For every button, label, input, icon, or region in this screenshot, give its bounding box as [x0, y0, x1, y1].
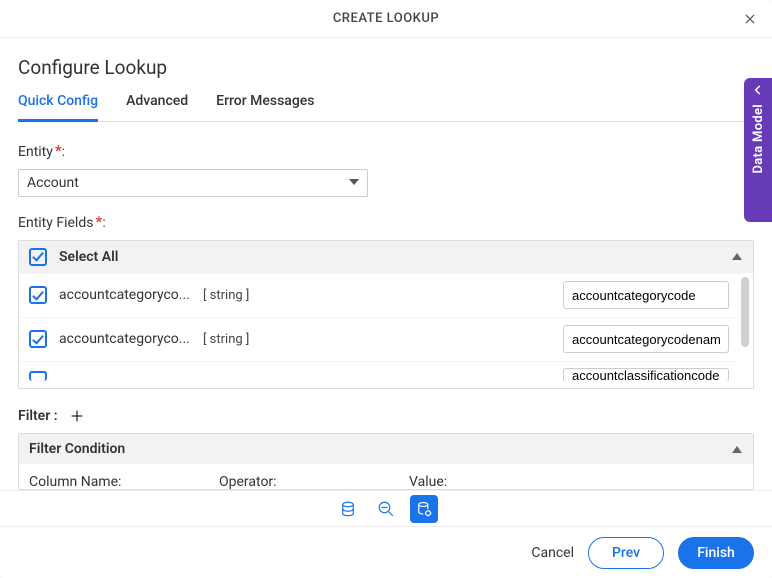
- field-alias-input[interactable]: [563, 325, 729, 353]
- filter-panel-header: Filter Condition: [19, 434, 753, 464]
- add-filter-button[interactable]: [68, 407, 86, 425]
- datasource-icon[interactable]: [334, 495, 362, 523]
- filter-columns: Column Name: Operator: Value:: [19, 464, 753, 490]
- modal-header: CREATE LOOKUP: [0, 0, 772, 38]
- entity-fields-header: Select All: [19, 241, 753, 273]
- field-type: [ string ]: [203, 288, 249, 303]
- entity-fields-panel: Select All accountcategoryco... [ string…: [18, 240, 754, 390]
- field-alias-input[interactable]: [563, 368, 729, 382]
- data-model-drawer-toggle[interactable]: Data Model: [744, 78, 772, 222]
- entity-fields-rows: accountcategoryco... [ string ] accountc…: [19, 273, 753, 390]
- select-all-label: Select All: [59, 249, 118, 265]
- data-model-label: Data Model: [751, 104, 766, 173]
- entity-select[interactable]: Account: [18, 169, 368, 197]
- entity-fields-label-text: Entity Fields: [18, 215, 93, 231]
- collapse-icon[interactable]: [731, 251, 743, 263]
- field-row: accountcategoryco... [ string ]: [19, 273, 739, 317]
- tab-error-messages[interactable]: Error Messages: [216, 93, 314, 121]
- scrollbar[interactable]: [741, 277, 749, 347]
- required-asterisk: *: [95, 212, 102, 231]
- cancel-button[interactable]: Cancel: [531, 545, 574, 561]
- entity-label-text: Entity: [18, 144, 53, 160]
- tabs: Quick Config Advanced Error Messages: [18, 93, 754, 122]
- finish-button[interactable]: Finish: [678, 537, 754, 569]
- tab-advanced[interactable]: Advanced: [126, 93, 188, 121]
- filter-col-column-name: Column Name:: [29, 474, 219, 490]
- chevron-down-icon: [349, 175, 359, 191]
- field-row-partial: [19, 361, 739, 390]
- field-type: [ string ]: [203, 332, 249, 347]
- field-name: accountcategoryco...: [59, 331, 199, 347]
- required-asterisk: *: [55, 141, 62, 160]
- modal-body: Configure Lookup Quick Config Advanced E…: [0, 38, 772, 490]
- page-title: Configure Lookup: [18, 56, 754, 79]
- bottom-toolbar: [0, 490, 772, 526]
- filter-panel-title: Filter Condition: [29, 441, 125, 457]
- chevron-left-icon: [751, 82, 765, 96]
- tab-quick-config[interactable]: Quick Config: [18, 93, 98, 122]
- entity-value: Account: [27, 175, 79, 191]
- filter-col-value: Value:: [409, 474, 743, 490]
- field-name: accountcategoryco...: [59, 287, 199, 303]
- field-checkbox[interactable]: [29, 371, 47, 381]
- create-lookup-modal: CREATE LOOKUP Configure Lookup Quick Con…: [0, 0, 772, 578]
- entity-label: Entity*:: [18, 144, 754, 163]
- field-alias-input[interactable]: [563, 281, 729, 309]
- zoom-out-icon[interactable]: [372, 495, 400, 523]
- field-checkbox[interactable]: [29, 286, 47, 304]
- close-icon[interactable]: [738, 7, 762, 31]
- filter-col-operator: Operator:: [219, 474, 409, 490]
- field-checkbox[interactable]: [29, 330, 47, 348]
- modal-footer: Cancel Prev Finish: [0, 526, 772, 578]
- select-all-checkbox[interactable]: [29, 248, 47, 266]
- field-row: accountcategoryco... [ string ]: [19, 317, 739, 361]
- collapse-icon[interactable]: [731, 443, 743, 455]
- filter-label-row: Filter :: [18, 407, 754, 425]
- prev-button[interactable]: Prev: [588, 537, 664, 569]
- modal-title: CREATE LOOKUP: [333, 11, 439, 26]
- entity-fields-label: Entity Fields*:: [18, 215, 754, 234]
- lookup-config-icon[interactable]: [410, 495, 438, 523]
- filter-label-text: Filter :: [18, 408, 58, 424]
- filter-panel: Filter Condition Column Name: Operator: …: [18, 433, 754, 490]
